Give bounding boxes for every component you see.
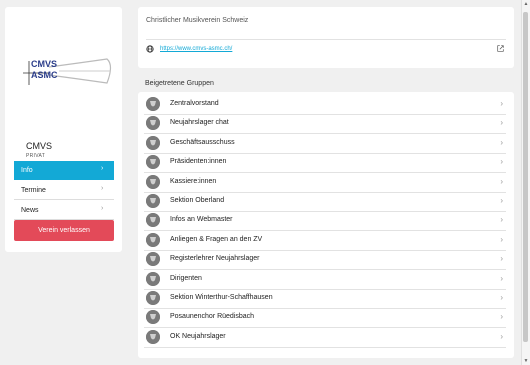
chevron-right-icon: › bbox=[500, 99, 503, 108]
group-name: Geschäftsausschuss bbox=[170, 138, 235, 146]
chevron-right-icon: › bbox=[500, 137, 503, 147]
globe-icon bbox=[146, 45, 154, 53]
group-avatar bbox=[146, 291, 160, 305]
group-list-item[interactable]: Neujahrslager chat › bbox=[144, 115, 506, 135]
nav-item-label: Termine bbox=[21, 186, 46, 194]
chevron-right-icon: › bbox=[500, 293, 503, 302]
group-avatar-icon bbox=[146, 97, 160, 111]
group-name: Neujahrslager chat bbox=[170, 119, 229, 127]
chevron-right-icon: › bbox=[500, 215, 503, 225]
nav-item-label: Info bbox=[21, 167, 33, 174]
group-list-item[interactable]: Dirigenten › bbox=[144, 271, 506, 290]
chevron-right-icon: › bbox=[101, 205, 104, 212]
chevron-right-icon: › bbox=[500, 196, 503, 205]
group-name: Anliegen & Fragen an den ZV bbox=[170, 235, 263, 243]
club-logo: CMVS ASMC bbox=[23, 58, 112, 85]
club-type: PRIVAT bbox=[26, 153, 46, 159]
club-name: CMVS bbox=[26, 141, 53, 151]
nav-item-news[interactable]: News › bbox=[14, 201, 114, 220]
group-avatar-icon bbox=[146, 194, 160, 208]
group-name: Dirigenten bbox=[170, 274, 202, 282]
divider bbox=[146, 39, 506, 40]
group-avatar bbox=[146, 252, 160, 267]
group-avatar-icon bbox=[146, 155, 160, 170]
group-name: Präsidenten:innen bbox=[170, 158, 227, 166]
groups-list: Zentralvorstand › Neujahrslager chat › Gesch… bbox=[138, 92, 514, 358]
chevron-right-icon: › bbox=[500, 331, 503, 341]
group-name: Sektion Winterthur-Schaffhausen bbox=[170, 294, 273, 301]
group-avatar bbox=[146, 213, 160, 228]
group-name: Infos an Webmaster bbox=[170, 216, 233, 224]
scroll-up-arrow-icon[interactable]: ▲ bbox=[523, 1, 529, 7]
group-avatar-icon bbox=[146, 232, 160, 247]
chevron-right-icon: › bbox=[500, 234, 503, 244]
group-avatar-icon bbox=[146, 271, 160, 286]
group-avatar bbox=[146, 271, 160, 286]
group-list-item[interactable]: Infos an Webmaster › bbox=[144, 212, 506, 232]
group-list-item[interactable]: Geschäftsausschuss › bbox=[144, 135, 506, 154]
chevron-right-icon: › bbox=[500, 176, 503, 186]
leave-club-button[interactable]: Verein verlassen bbox=[14, 220, 114, 241]
club-full-name: Christlicher Musikverein Schweiz bbox=[146, 17, 249, 24]
group-avatar-icon bbox=[146, 329, 160, 344]
group-name: Zentralvorstand bbox=[170, 100, 219, 107]
group-avatar-icon bbox=[146, 291, 160, 305]
logo-text-asmc: ASMC bbox=[31, 70, 58, 80]
nav-item-info[interactable]: Info › bbox=[14, 161, 114, 180]
group-avatar-icon bbox=[146, 213, 160, 228]
chevron-right-icon: › bbox=[500, 118, 503, 128]
scrollbar[interactable]: ▲ ▼ bbox=[521, 0, 530, 365]
scrollbar-thumb[interactable] bbox=[523, 12, 528, 342]
group-avatar bbox=[146, 135, 160, 150]
group-list-item[interactable]: Sektion Oberland › bbox=[144, 193, 506, 212]
website-link[interactable]: https://www.cmvs-asmc.ch/ bbox=[160, 46, 232, 52]
chevron-right-icon: › bbox=[101, 165, 104, 172]
group-list-item[interactable]: Anliegen & Fragen an den ZV › bbox=[144, 232, 506, 251]
scroll-down-arrow-icon[interactable]: ▼ bbox=[523, 358, 529, 364]
chevron-right-icon: › bbox=[101, 185, 104, 192]
group-avatar bbox=[146, 174, 160, 189]
group-list-item[interactable]: Posaunenchor Rüedisbach › bbox=[144, 309, 506, 329]
logo-text-cmvs: CMVS bbox=[31, 59, 57, 69]
external-link-icon[interactable] bbox=[497, 45, 504, 52]
group-avatar bbox=[146, 194, 160, 208]
group-list-item[interactable]: Sektion Winterthur-Schaffhausen › bbox=[144, 290, 506, 309]
group-list-item[interactable]: Registerlehrer Neujahrslager › bbox=[144, 251, 506, 271]
groups-section-title: Beigetretene Gruppen bbox=[145, 80, 214, 87]
group-avatar-icon bbox=[146, 252, 160, 267]
nav-item-termine[interactable]: Termine › bbox=[14, 181, 114, 200]
group-name: OK Neujahrslager bbox=[170, 332, 226, 340]
chevron-right-icon: › bbox=[500, 273, 503, 283]
group-avatar bbox=[146, 155, 160, 170]
group-avatar bbox=[146, 116, 160, 131]
group-name: Registerlehrer Neujahrslager bbox=[170, 255, 260, 263]
group-avatar-icon bbox=[146, 116, 160, 131]
group-avatar bbox=[146, 310, 160, 325]
group-name: Sektion Oberland bbox=[170, 197, 225, 204]
group-avatar-icon bbox=[146, 174, 160, 189]
group-avatar-icon bbox=[146, 135, 160, 150]
group-avatar-icon bbox=[146, 310, 160, 325]
chevron-right-icon: › bbox=[500, 312, 503, 322]
group-avatar bbox=[146, 329, 160, 344]
group-list-item[interactable]: OK Neujahrslager › bbox=[144, 329, 506, 348]
group-name: Posaunenchor Rüedisbach bbox=[170, 313, 255, 321]
group-list-item[interactable]: Kassiere:innen › bbox=[144, 174, 506, 193]
group-avatar bbox=[146, 232, 160, 247]
group-list-item[interactable]: Präsidenten:innen › bbox=[144, 154, 506, 174]
nav-item-label: News bbox=[21, 206, 39, 214]
chevron-right-icon: › bbox=[500, 157, 503, 167]
club-info-card: Christlicher Musikverein Schweiz https:/… bbox=[138, 7, 514, 68]
group-avatar bbox=[146, 97, 160, 111]
group-list-item[interactable]: Zentralvorstand › bbox=[144, 96, 506, 115]
group-name: Kassiere:innen bbox=[170, 177, 217, 185]
chevron-right-icon: › bbox=[500, 254, 503, 264]
